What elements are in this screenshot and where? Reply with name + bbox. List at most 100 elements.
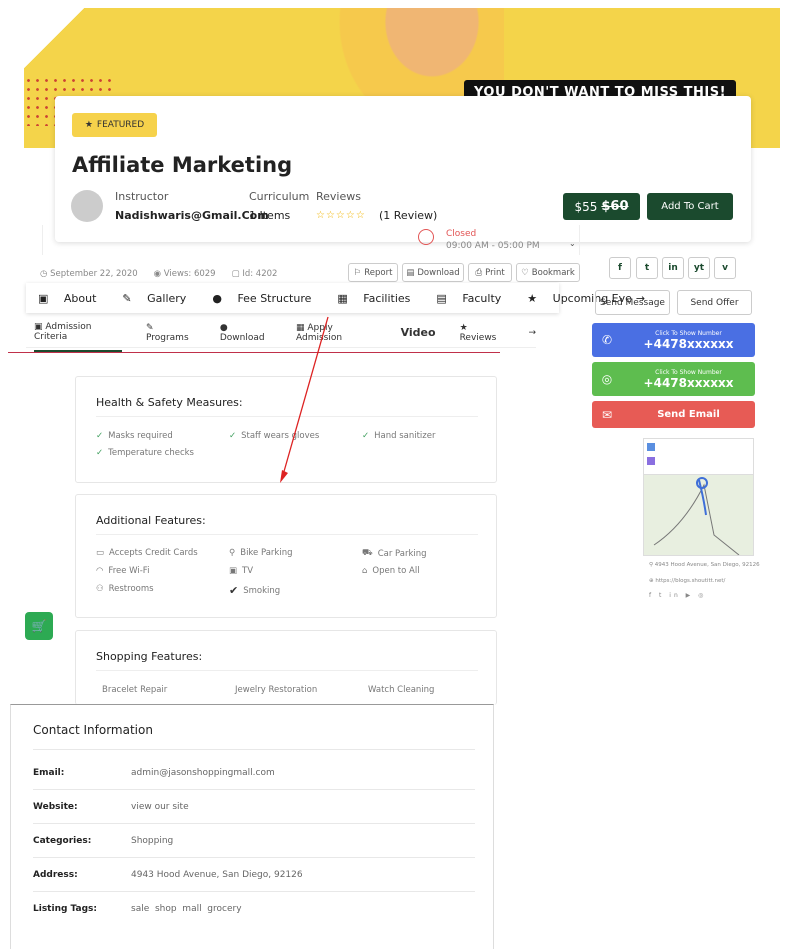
- check-icon: ✓: [96, 448, 104, 458]
- linkedin-icon[interactable]: in: [662, 257, 684, 279]
- feature-item: ✓ Masks required: [96, 431, 173, 441]
- shopping-features-section: Shopping Features: Bracelet Repair Jewel…: [75, 630, 497, 705]
- contact-row-tags: Listing Tags: sale shop mall grocery: [33, 904, 242, 914]
- tv-icon: ▣: [229, 566, 238, 576]
- reviews-count[interactable]: (1 Review): [379, 209, 437, 222]
- curriculum-value: 1 Items: [249, 209, 291, 222]
- send-message-button[interactable]: Send Message: [595, 290, 670, 315]
- check-icon: ✓: [96, 431, 104, 441]
- bike-icon: ⚲: [229, 548, 236, 558]
- instructor-label: Instructor: [115, 190, 169, 203]
- map-url[interactable]: ⊕ https://blogs.shoutitt.net/: [649, 578, 725, 584]
- feature-item: ▣ TV: [229, 566, 254, 576]
- send-offer-button[interactable]: Send Offer: [677, 290, 752, 315]
- report-button[interactable]: ⚐ Report: [348, 263, 398, 282]
- contact-row-categories: Categories: Shopping: [33, 824, 475, 858]
- arrow-right-icon[interactable]: →: [528, 328, 536, 338]
- tab-video[interactable]: Video: [401, 326, 436, 339]
- tab-fee-structure[interactable]: ● Fee Structure: [212, 292, 311, 305]
- section-title: Shopping Features:: [96, 650, 203, 663]
- tab-gallery[interactable]: ✎ Gallery: [122, 292, 186, 305]
- feature-item: Watch Cleaning: [368, 685, 435, 695]
- clock-icon: [418, 229, 434, 245]
- tab-programs[interactable]: ✎ Programs: [146, 323, 196, 343]
- feature-item: ✔ Smoking: [229, 584, 281, 597]
- tab-facilities[interactable]: ▦ Facilities: [337, 292, 410, 305]
- download-button[interactable]: ▤ Download: [402, 263, 464, 282]
- meta-date: ◷ September 22, 2020: [40, 269, 138, 279]
- flag-icon: ⚐: [353, 267, 362, 278]
- feature-item: ⛟ Car Parking: [362, 548, 427, 559]
- facebook-icon[interactable]: f: [609, 257, 631, 279]
- chevron-down-icon[interactable]: ⌄: [569, 239, 576, 248]
- whatsapp-number-button[interactable]: ◎ Click To Show Number +4478xxxxxx: [592, 362, 755, 396]
- featured-badge: ★ FEATURED: [72, 113, 157, 137]
- print-button[interactable]: ⎙ Print: [468, 263, 512, 282]
- divider: [8, 352, 500, 353]
- feature-item: ✓ Hand sanitizer: [362, 431, 436, 441]
- additional-features-section: Additional Features: ▭ Accepts Credit Car…: [75, 494, 497, 618]
- phone-icon: ✆: [601, 333, 613, 347]
- listing-title: Affiliate Marketing: [72, 153, 293, 177]
- send-email-button[interactable]: ✉ Send Email: [592, 401, 755, 428]
- instructor-value[interactable]: Nadishwaris@Gmail.Com: [115, 209, 269, 222]
- divider: [96, 670, 478, 671]
- add-to-cart-button[interactable]: Add To Cart: [647, 193, 733, 220]
- wifi-icon: ◠: [96, 566, 104, 576]
- contact-row-website: Website: view our site: [33, 790, 475, 824]
- call-number-button[interactable]: ✆ Click To Show Number +4478xxxxxx: [592, 323, 755, 357]
- origin-marker: [647, 443, 655, 451]
- opening-hours: 09:00 AM - 05:00 PM: [446, 241, 540, 251]
- feature-item: ⚇ Restrooms: [96, 584, 154, 594]
- section-title: Additional Features:: [96, 514, 206, 527]
- bookmark-button[interactable]: ♡ Bookmark: [516, 263, 580, 282]
- youtube-icon[interactable]: yt: [688, 257, 710, 279]
- rating-stars: ☆☆☆☆☆: [316, 210, 366, 221]
- destination-marker: [647, 457, 655, 465]
- vimeo-icon[interactable]: v: [714, 257, 736, 279]
- price-tag: $55 $60: [563, 193, 640, 220]
- divider: [96, 534, 478, 535]
- annotation-arrow: [280, 316, 329, 483]
- tab-admission-criteria[interactable]: ▣ Admission Criteria: [34, 313, 122, 352]
- feature-item: Jewelry Restoration: [235, 685, 318, 695]
- reviews-label: Reviews: [316, 190, 361, 203]
- map[interactable]: [643, 438, 754, 556]
- feature-item: ▭ Accepts Credit Cards: [96, 548, 198, 558]
- cart-icon[interactable]: 🛒: [25, 612, 53, 640]
- feature-item: ✓ Temperature checks: [96, 448, 194, 458]
- contact-information-section: Contact Information Email: admin@jasonsho…: [10, 704, 494, 949]
- feature-item: Bracelet Repair: [102, 685, 168, 695]
- avatar[interactable]: [71, 190, 103, 222]
- map-social-icons[interactable]: f t in ▶ ◎: [649, 592, 706, 599]
- email-icon: ✉: [601, 407, 613, 422]
- decoration: [24, 8, 114, 68]
- credit-card-icon: ▭: [96, 548, 105, 558]
- tab-faculty[interactable]: ▤ Faculty: [436, 292, 501, 305]
- heart-icon: ♡: [521, 267, 529, 278]
- meta-views: ◉ Views: 6029: [153, 269, 216, 279]
- section-title: Contact Information: [33, 723, 153, 737]
- car-icon: ⛟: [362, 548, 373, 558]
- section-title: Health & Safety Measures:: [96, 396, 243, 409]
- check-icon: ✓: [229, 431, 237, 441]
- tab-reviews[interactable]: ★ Reviews: [460, 323, 505, 343]
- directions-panel[interactable]: [644, 439, 753, 475]
- tab-download[interactable]: ● Download: [220, 323, 272, 343]
- primary-tabs: ▣ About ✎ Gallery ● Fee Structure ▦ Faci…: [26, 283, 645, 313]
- meta-id: ▢ Id: 4202: [231, 269, 278, 279]
- curriculum-label: Curriculum: [249, 190, 310, 203]
- contact-row-email: Email: admin@jasonshoppingmall.com: [33, 756, 475, 790]
- map-route: [653, 477, 740, 555]
- divider: [33, 749, 475, 750]
- check-icon: ✔: [229, 584, 239, 597]
- listing-meta: ◷ September 22, 2020 ◉ Views: 6029 ▢ Id:…: [40, 269, 277, 279]
- tab-about[interactable]: ▣ About: [38, 292, 96, 305]
- map-address: ⚲ 4943 Hood Avenue, San Diego, 92126: [649, 562, 760, 568]
- file-icon: ▤: [406, 267, 415, 278]
- feature-item: ⚲ Bike Parking: [229, 548, 293, 558]
- house-icon: ⌂: [362, 566, 368, 576]
- feature-item: ⌂ Open to All: [362, 566, 420, 576]
- twitter-icon[interactable]: t: [636, 257, 658, 279]
- status-text: Closed: [446, 229, 477, 239]
